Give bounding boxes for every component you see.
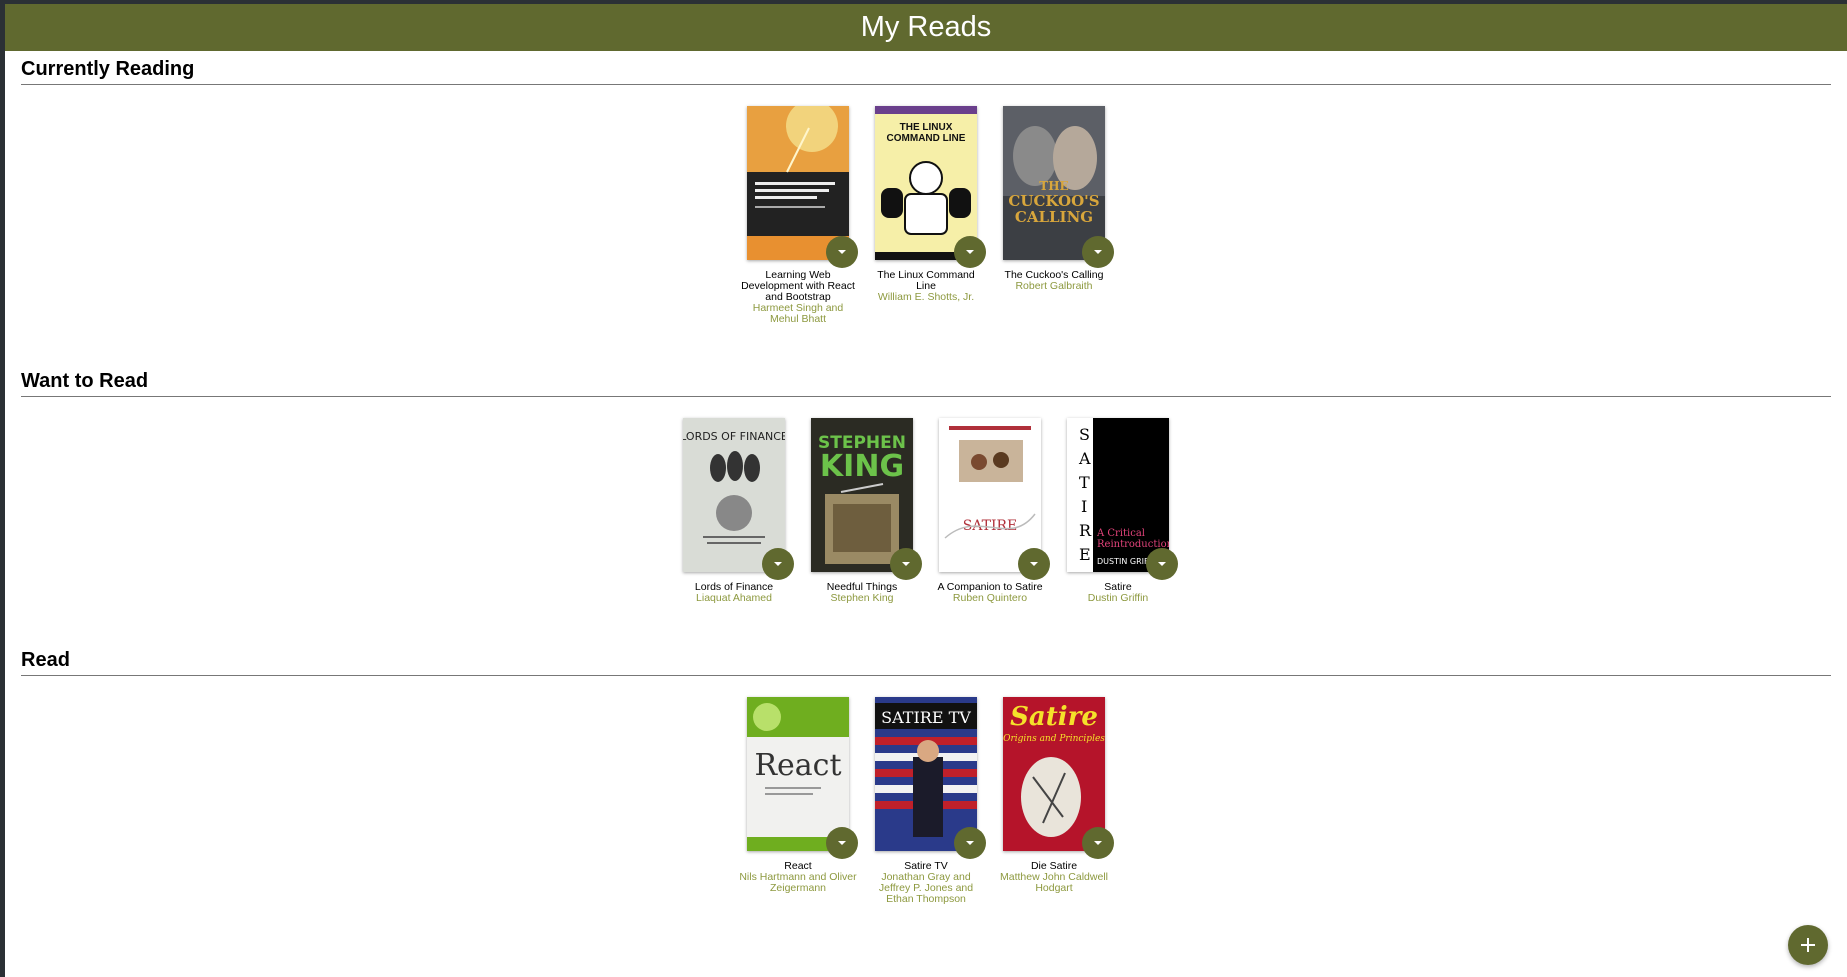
arrow-drop-down-icon	[1158, 562, 1166, 566]
add-book-button[interactable]	[1788, 925, 1828, 965]
shelf-changer-button[interactable]	[890, 548, 922, 580]
book-item: Satire Origins and Principles Die Satire…	[1000, 697, 1114, 905]
shelf-changer-button[interactable]	[1082, 827, 1114, 859]
book-authors: Stephen King	[830, 592, 894, 604]
app-header: My Reads	[5, 4, 1847, 51]
shelf-changer-button[interactable]	[1018, 548, 1050, 580]
svg-text:A Critical: A Critical	[1096, 528, 1145, 539]
arrow-drop-down-icon	[1094, 841, 1102, 845]
book-title: The Linux Command Line	[877, 269, 975, 292]
shelf-want-to-read: Want to Read LORDS OF FINANCE Lords of F…	[21, 369, 1831, 620]
book-grid: LORDS OF FINANCE Lords of Finance Liaqua…	[21, 418, 1831, 604]
book-authors: Dustin Griffin	[1087, 592, 1149, 604]
book-item: S A T I R E A Critical Reintroduction DU…	[1067, 418, 1178, 604]
svg-text:DUSTIN GRIF: DUSTIN GRIF	[1097, 557, 1149, 566]
book-grid: Learning Web Development with React and …	[21, 106, 1831, 325]
svg-text:E: E	[1079, 545, 1091, 564]
book-item: STEPHEN KING Needful Things Stephen King	[811, 418, 922, 604]
svg-text:I: I	[1081, 497, 1087, 516]
shelf-title: Currently Reading	[21, 57, 1831, 85]
book-authors: Ruben Quintero	[952, 592, 1028, 604]
arrow-drop-down-icon	[966, 841, 974, 845]
shelf-changer-button[interactable]	[826, 827, 858, 859]
shelf-changer-button[interactable]	[826, 236, 858, 268]
svg-text:T: T	[1079, 473, 1090, 492]
svg-text:THE: THE	[1039, 179, 1068, 193]
shelf-title: Want to Read	[21, 369, 1831, 397]
svg-text:LORDS OF FINANCE: LORDS OF FINANCE	[683, 430, 785, 443]
book-item: SATIRE A Companion to Satire Ruben Quint…	[937, 418, 1050, 604]
shelf-changer-button[interactable]	[1082, 236, 1114, 268]
book-title: Learning Web Development with React and …	[741, 269, 855, 303]
shelf-title: Read	[21, 648, 1831, 676]
book-authors: Robert Galbraith	[1015, 280, 1093, 292]
book-item: React React Nils Hartmann and Oliver Zei…	[739, 697, 858, 905]
svg-text:COMMAND LINE: COMMAND LINE	[887, 133, 966, 144]
book-item: Learning Web Development with React and …	[741, 106, 858, 325]
svg-text:KING: KING	[820, 449, 904, 484]
book-grid: React React Nils Hartmann and Oliver Zei…	[21, 697, 1831, 905]
shelf-changer-button[interactable]	[954, 827, 986, 859]
book-authors: William E. Shotts, Jr.	[877, 291, 975, 303]
book-authors: Matthew John Caldwell Hodgart	[1000, 871, 1108, 894]
book-item: THE LINUX COMMAND LINE The Linux Command…	[875, 106, 986, 325]
svg-text:Satire: Satire	[1010, 702, 1098, 732]
arrow-drop-down-icon	[1094, 250, 1102, 254]
book-item: SATIRE TV Satire TV Jonathan Gray and Je…	[875, 697, 986, 905]
shelf-changer-button[interactable]	[1146, 548, 1178, 580]
shelf-changer-button[interactable]	[954, 236, 986, 268]
plus-icon	[1801, 938, 1815, 952]
svg-text:R: R	[1079, 521, 1092, 540]
book-authors: Nils Hartmann and Oliver Zeigermann	[739, 871, 857, 894]
book-item: THE CUCKOO'S CALLING The Cuckoo's Callin…	[1003, 106, 1114, 325]
svg-text:Origins and Principles: Origins and Principles	[1003, 734, 1105, 744]
shelf-currently-reading: Currently Reading Learning Web Developme…	[21, 57, 1831, 341]
svg-text:A: A	[1078, 449, 1091, 468]
svg-text:CALLING: CALLING	[1015, 208, 1093, 226]
book-item: LORDS OF FINANCE Lords of Finance Liaqua…	[683, 418, 794, 604]
book-authors: Jonathan Gray and Jeffrey P. Jones and E…	[878, 871, 974, 905]
svg-text:React: React	[754, 748, 841, 783]
arrow-drop-down-icon	[966, 250, 974, 254]
shelf-read: Read React React Nils Hartmann and Olive…	[21, 648, 1831, 921]
arrow-drop-down-icon	[838, 841, 846, 845]
svg-text:SATIRE TV: SATIRE TV	[881, 708, 971, 727]
book-authors: Liaquat Ahamed	[696, 592, 772, 604]
app-window: My Reads Currently Reading Learning Web …	[5, 4, 1847, 977]
shelf-changer-button[interactable]	[762, 548, 794, 580]
arrow-drop-down-icon	[774, 562, 782, 566]
svg-text:S: S	[1079, 425, 1090, 444]
app-title: My Reads	[860, 11, 992, 43]
arrow-drop-down-icon	[1030, 562, 1038, 566]
svg-text:THE LINUX: THE LINUX	[900, 122, 953, 133]
book-authors: Harmeet Singh and Mehul Bhatt	[752, 302, 844, 325]
arrow-drop-down-icon	[838, 250, 846, 254]
arrow-drop-down-icon	[902, 562, 910, 566]
